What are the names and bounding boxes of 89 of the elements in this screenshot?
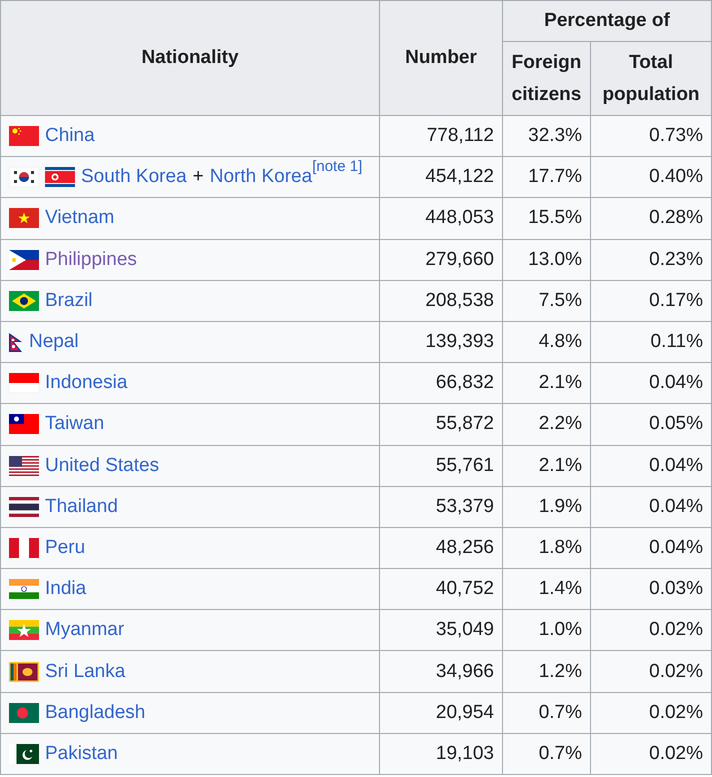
table-cell: 0.02% [590, 733, 712, 774]
table-cell: 778,112 [380, 116, 502, 157]
table-cell: 139,393 [380, 321, 502, 363]
country-link[interactable]: Myanmar [45, 619, 124, 642]
table-cell: 0.02% [590, 692, 712, 734]
table-cell: 55,761 [380, 445, 502, 486]
table-cell: 0.73% [590, 116, 712, 157]
table-cell: 13.0% [502, 239, 590, 280]
country-link[interactable]: Nepal [29, 331, 79, 354]
column-header: Number [380, 0, 502, 116]
flag-icon [9, 496, 39, 517]
country-link[interactable]: United States [45, 454, 160, 477]
flag-icon [9, 290, 39, 311]
table-cell: 55,872 [380, 404, 502, 445]
table-cell: 0.23% [590, 239, 712, 280]
flag-icon [9, 702, 39, 723]
country-link[interactable]: Thailand [45, 496, 118, 518]
country-link[interactable]: North Korea [210, 166, 312, 188]
table-cell: 0.40% [590, 156, 712, 198]
table-cell: 2.1% [502, 362, 590, 404]
country-link[interactable]: Bangladesh [45, 702, 146, 724]
country-link[interactable]: Pakistan [45, 742, 118, 765]
column-group-header: Percentage of [502, 0, 712, 42]
table-cell: 0.05% [590, 404, 712, 445]
table-cell: 1.4% [502, 568, 590, 610]
table-cell: 0.02% [590, 610, 712, 651]
country-link[interactable]: China [45, 125, 95, 148]
table-cell: 34,966 [380, 650, 502, 692]
table-cell: 15.5% [502, 198, 590, 240]
column-header: Nationality [0, 0, 380, 116]
country-link[interactable]: Peru [45, 536, 86, 559]
table-cell: 1.0% [502, 610, 590, 651]
table-cell: 32.3% [502, 116, 590, 157]
table-cell: 0.7% [502, 733, 590, 774]
table-cell: 0.04% [590, 445, 712, 486]
country-link[interactable]: South Korea [81, 166, 187, 188]
table-cell: 53,379 [380, 486, 502, 528]
flag-icon [9, 167, 39, 188]
flag-icon [9, 250, 39, 270]
note-link[interactable]: [note 1] [312, 158, 362, 176]
table-cell: 0.7% [502, 692, 590, 734]
table-cell: 0.04% [590, 486, 712, 528]
flag-icon [9, 126, 39, 146]
country-link[interactable]: Vietnam [45, 207, 114, 230]
table-cell: 454,122 [380, 156, 502, 198]
flag-icon [9, 579, 39, 600]
flag-icon [9, 662, 39, 682]
flag-icon [9, 538, 39, 558]
flag-icon [9, 332, 23, 352]
country-link[interactable]: Philippines [45, 248, 137, 271]
plus-text: + [192, 166, 204, 188]
table-cell: 1.9% [502, 486, 590, 528]
table-cell: 35,049 [380, 610, 502, 651]
country-link[interactable]: Sri Lanka [45, 660, 126, 683]
flag-icon [9, 414, 39, 434]
table-cell: 0.04% [590, 362, 712, 404]
column-header: Foreign citizens [502, 42, 590, 116]
table-cell: 1.8% [502, 527, 590, 569]
table-cell: 7.5% [502, 280, 590, 322]
column-header: Total population [590, 42, 712, 116]
table-cell: 4.8% [502, 321, 590, 363]
flag-icon [9, 373, 39, 394]
flag-icon [9, 208, 39, 228]
table-cell: 20,954 [380, 692, 502, 734]
table-cell: 0.02% [590, 650, 712, 692]
flag-icon [9, 744, 39, 764]
country-link[interactable]: Indonesia [45, 372, 128, 394]
table-cell: 0.28% [590, 198, 712, 240]
table-cell: 279,660 [380, 239, 502, 280]
table-cell: 48,256 [380, 527, 502, 569]
table-cell: 66,832 [380, 362, 502, 404]
flag-icon [45, 167, 75, 188]
table-cell: 208,538 [380, 280, 502, 322]
table-cell: 0.17% [590, 280, 712, 322]
table-cell: 19,103 [380, 733, 502, 774]
table-cell: 2.2% [502, 404, 590, 445]
table-cell: 1.2% [502, 650, 590, 692]
table-cell: 0.04% [590, 527, 712, 569]
flag-icon [9, 456, 39, 476]
country-link[interactable]: Taiwan [45, 413, 104, 436]
country-link[interactable]: Brazil [45, 290, 93, 312]
country-link[interactable]: India [45, 578, 86, 600]
flag-icon [9, 620, 39, 640]
table-cell: 17.7% [502, 156, 590, 198]
table-cell: 0.03% [590, 568, 712, 610]
table-cell: 448,053 [380, 198, 502, 240]
table-cell: 2.1% [502, 445, 590, 486]
table-cell: 0.11% [590, 321, 712, 363]
table-cell: 40,752 [380, 568, 502, 610]
